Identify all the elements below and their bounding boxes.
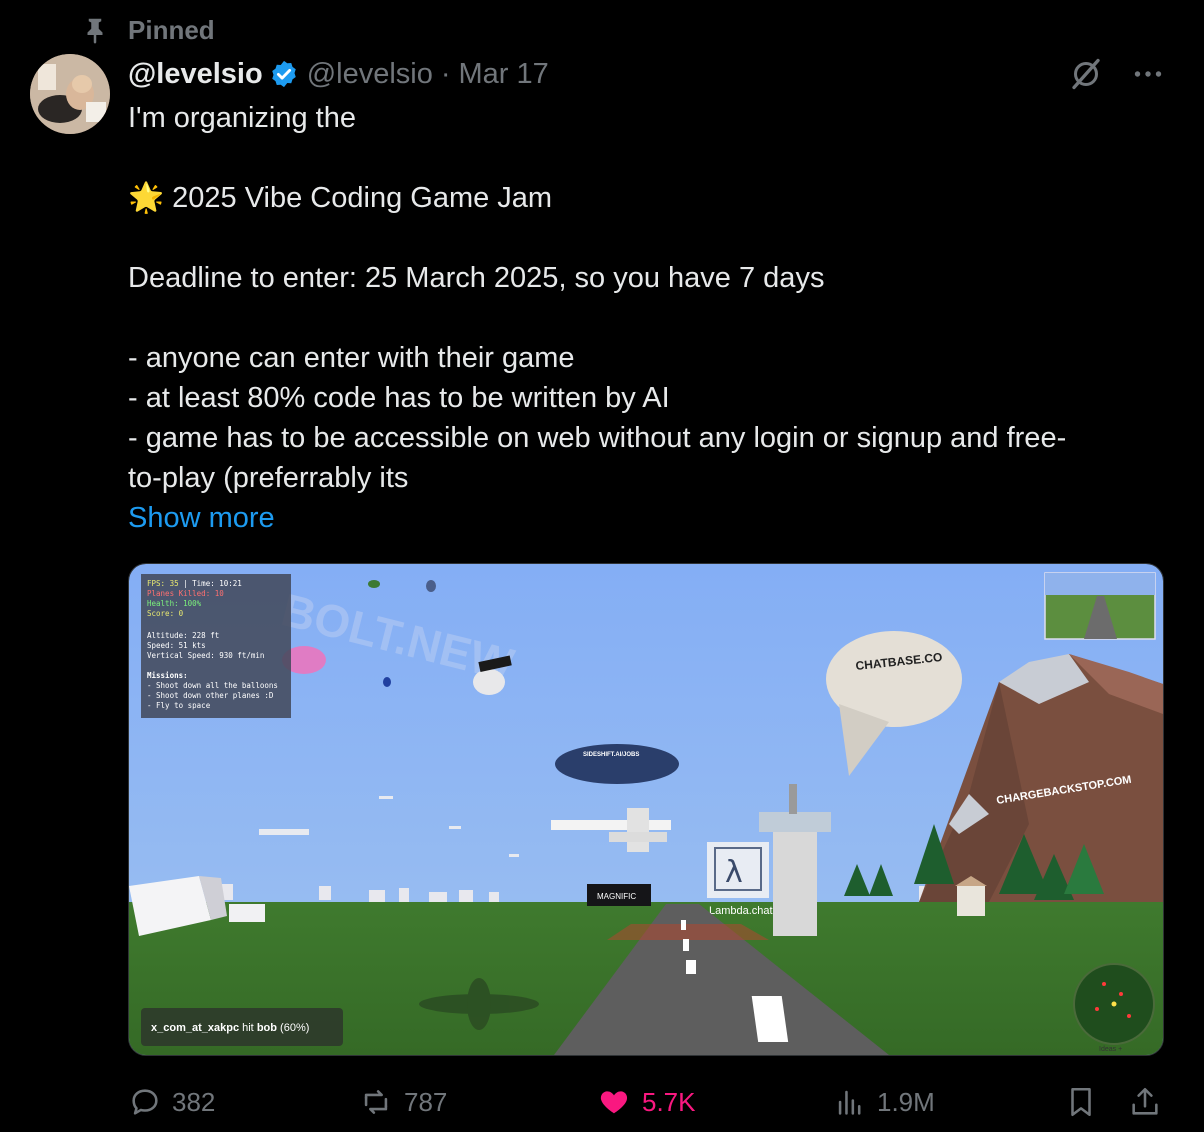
pin-icon [87,18,103,44]
grok-icon[interactable] [1068,56,1104,92]
verified-badge-icon [271,60,296,88]
bookmark-button[interactable] [1064,1080,1108,1124]
show-more-link[interactable]: Show more [128,498,275,538]
kill-feed-pct: (60%) [280,1022,309,1034]
ideas-label: Ideas + [1099,1046,1122,1053]
blimp-label: SIDESHIFT.AI/JOBS [583,752,639,758]
hud-speed: Speed: 51 kts [147,641,206,650]
tweet-text: I'm organizing the 🌟 2025 Vibe Coding Ga… [128,102,1067,494]
magnific-billboard-label: MAGNIFIC [597,892,636,901]
share-icon [1132,1087,1158,1115]
repost-icon [364,1090,388,1114]
game-screenshot: BOLT.NEW CHARGEBACKSTOP.COM CHATBASE.CO … [129,564,1163,1055]
hud-mission-item: - Fly to space [147,701,211,710]
kill-feed-target: bob [257,1022,277,1034]
hud-mission-item: - Shoot down other planes :D [147,691,274,700]
lambda-symbol: λ [725,855,743,890]
hud-mission-item: - Shoot down all the balloons [147,681,278,690]
tweet-date[interactable]: Mar 17 [459,58,549,91]
reply-count: 382 [172,1086,216,1117]
analytics-icon [838,1090,861,1115]
like-count: 5.7K [642,1086,696,1117]
views-button[interactable]: 1.9M [833,1080,935,1124]
repost-count: 787 [404,1086,448,1117]
reply-icon [132,1089,158,1115]
reply-button[interactable]: 382 [128,1080,215,1124]
heart-icon [600,1091,628,1114]
bookmark-icon [1071,1087,1091,1117]
hud-health: Health: 100% [147,599,202,608]
tweet-media[interactable]: BOLT.NEW CHARGEBACKSTOP.COM CHATBASE.CO … [128,563,1164,1056]
repost-button[interactable]: 787 [358,1080,447,1124]
hud-planes-killed: Planes Killed: 10 [147,589,224,598]
header-separator: · [440,57,451,90]
hud-vertical-speed: Vertical Speed: 930 ft/min [147,651,264,660]
kill-feed-action: hit [242,1022,254,1034]
tweet-header: @levelsio @levelsio · Mar 17 [128,54,549,94]
lambda-billboard-label: Lambda.chat [709,905,773,917]
tweet-actions-bar: 382 787 5.7K 1.9M [128,1080,1162,1124]
svg-text:FPS: 35 | Time: 10:21: FPS: 35 | Time: 10:21 [147,579,242,588]
tweet-top-actions [1068,56,1166,92]
avatar[interactable] [30,54,110,134]
kill-feed-user: x_com_at_xakpc [151,1022,239,1034]
more-options-icon[interactable] [1130,56,1166,92]
hud-fps: FPS: 35 [147,579,179,588]
pinned-label: Pinned [128,14,215,45]
pinned-indicator: Pinned [80,12,215,48]
hud-missions-title: Missions: [147,671,188,680]
share-button[interactable] [1128,1080,1172,1124]
author-display-name[interactable]: @levelsio [128,58,263,91]
svg-text:x_com_at_xakpc hit: x_com_at_xakpc hit bob (60%) [151,1022,309,1034]
hud-score: Score: 0 [147,609,184,618]
views-count: 1.9M [877,1086,935,1117]
like-button[interactable]: 5.7K [596,1080,696,1124]
hud-time: | Time: 10:21 [183,579,242,588]
author-handle[interactable]: @levelsio [307,58,433,91]
hud-altitude: Altitude: 228 ft [147,631,219,640]
avatar-photo [30,54,110,134]
